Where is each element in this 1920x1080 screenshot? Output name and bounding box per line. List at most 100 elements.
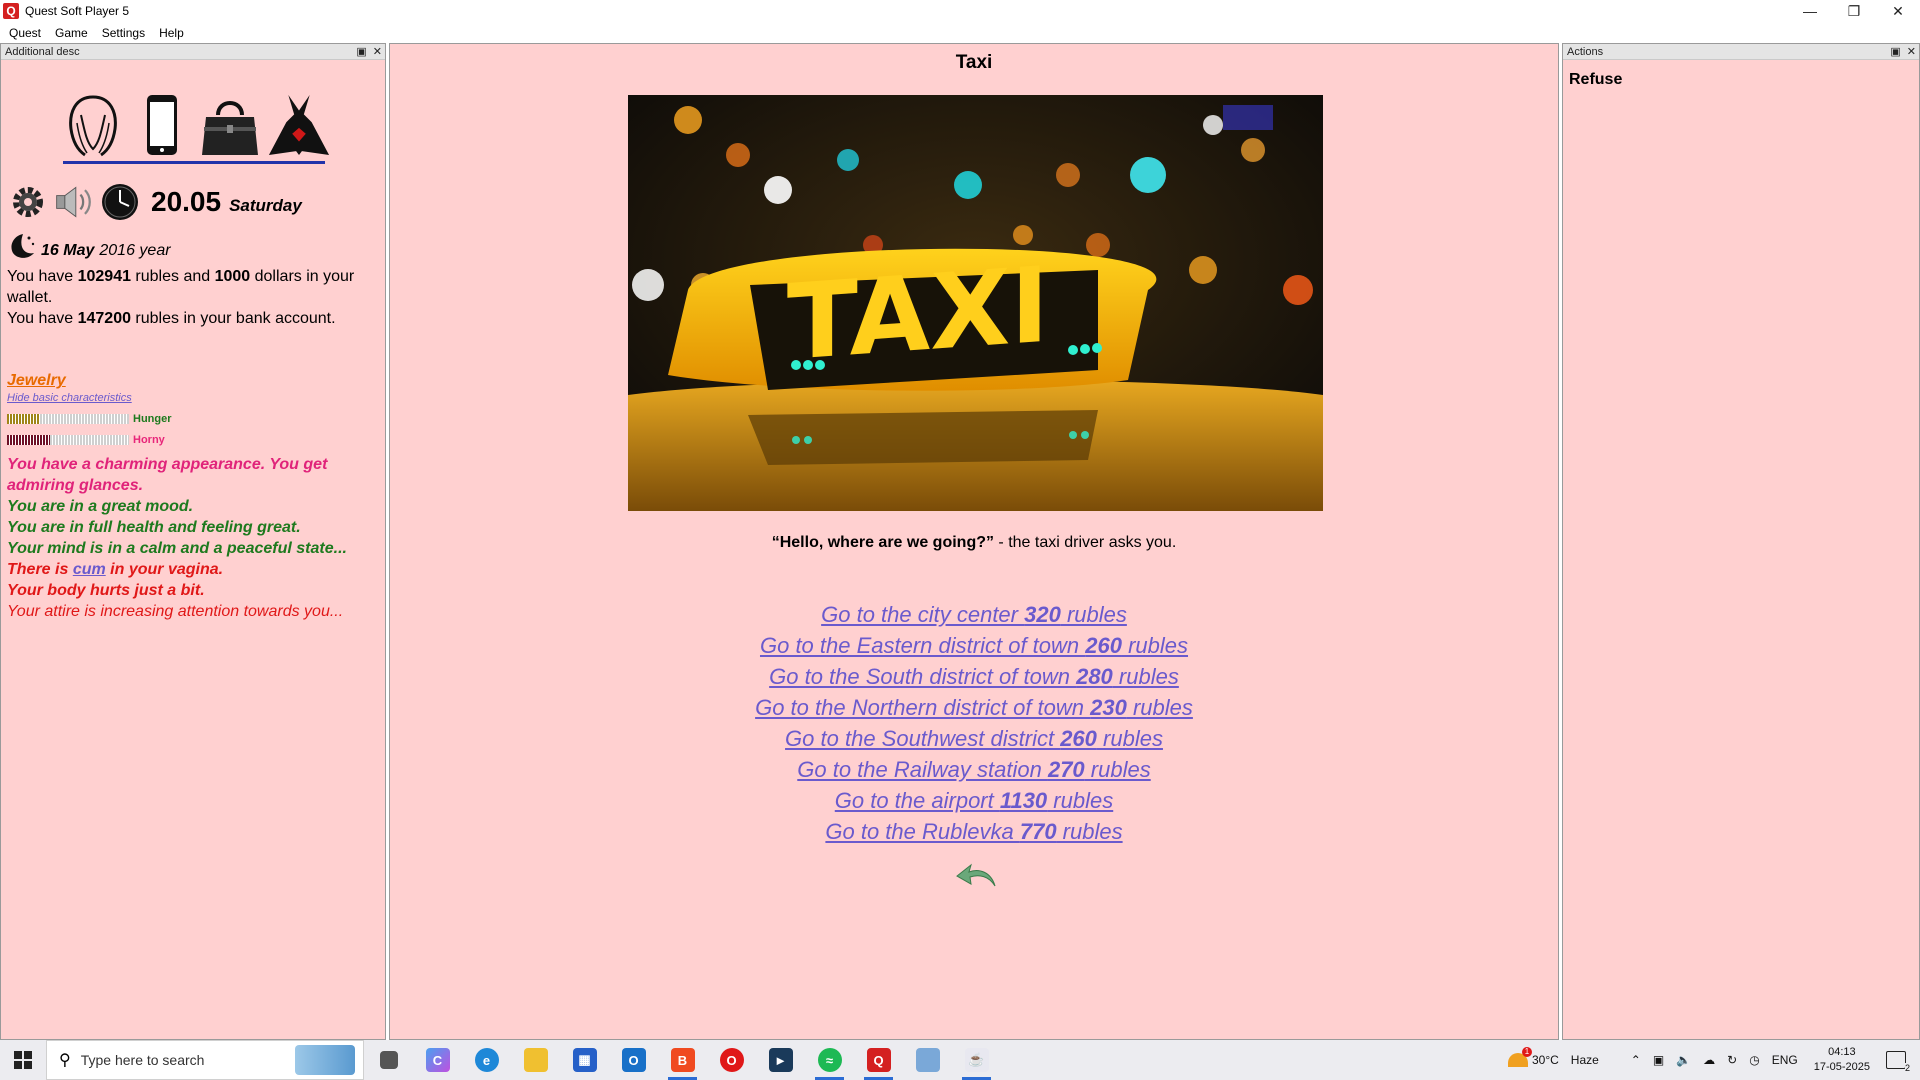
weather-widget[interactable]: 1 30°C Haze [1507, 1047, 1599, 1067]
store-icon[interactable]: ▦ [560, 1040, 609, 1080]
notification-icon[interactable]: 2 [1886, 1051, 1910, 1073]
option-south-district[interactable]: Go to the South district of town 280 rub… [390, 661, 1558, 692]
task-view-icon[interactable] [364, 1040, 413, 1080]
game-time: 20.05 [151, 186, 222, 217]
search-icon: ⚲ [59, 1052, 71, 1069]
main-description-panel: Taxi TAXI “Hello, where are we going?” -… [389, 43, 1559, 1040]
outlook-icon[interactable]: O [609, 1040, 658, 1080]
cum-link[interactable]: cum [73, 561, 106, 578]
option-city-center[interactable]: Go to the city center 320 rubles [390, 599, 1558, 630]
driver-speech: “Hello, where are we going?” [771, 534, 994, 551]
weather-badge: 1 [1521, 1047, 1532, 1057]
jewelry-link[interactable]: Jewelry [7, 372, 66, 390]
hunger-bar-fill [7, 414, 40, 424]
option-eastern-district[interactable]: Go to the Eastern district of town 260 r… [390, 630, 1558, 661]
destination-options: Go to the city center 320 rubles Go to t… [390, 599, 1558, 847]
update-icon[interactable]: ↻ [1727, 1053, 1737, 1067]
restore-button[interactable]: ❐ [1832, 0, 1876, 22]
gear-icon[interactable] [7, 181, 49, 223]
volume-icon[interactable]: 🔈 [1676, 1053, 1691, 1067]
close-panel-icon[interactable]: ✕ [1907, 44, 1916, 60]
menu-quest[interactable]: Quest [2, 26, 48, 40]
weather-desc: Haze [1570, 1053, 1599, 1067]
speaker-icon[interactable] [53, 181, 95, 223]
option-airport[interactable]: Go to the airport 1130 rubles [390, 785, 1558, 816]
language-indicator[interactable]: ENG [1772, 1053, 1798, 1067]
close-panel-icon[interactable]: ✕ [373, 44, 382, 60]
wallet-dollars: 1000 [214, 268, 251, 285]
menu-help[interactable]: Help [152, 26, 191, 40]
game-date: 16 May [41, 242, 95, 259]
wallet-info: You have 102941 rubles and 1000 dollars … [7, 268, 355, 306]
copilot-icon[interactable]: C [413, 1040, 462, 1080]
weather-temp: 30°C [1531, 1053, 1559, 1067]
cloud-icon[interactable]: ☁ [1703, 1053, 1715, 1067]
status-cum: There is cum in your vagina. [7, 561, 224, 578]
title-bar: Q Quest Soft Player 5 — ❐ ✕ [0, 0, 1920, 22]
stat-horny: Horny [7, 434, 165, 446]
game-year: 2016 year [99, 242, 171, 259]
java-icon[interactable]: ☕ [952, 1040, 1001, 1080]
menu-bar: Quest Game Settings Help [0, 22, 1920, 43]
window-title: Quest Soft Player 5 [25, 4, 130, 18]
device-icon[interactable]: ▣ [1653, 1053, 1664, 1067]
clock-icon[interactable] [99, 181, 141, 223]
minimize-button[interactable]: — [1788, 0, 1832, 22]
back-arrow-icon[interactable] [955, 862, 999, 888]
stat-hunger: Hunger [7, 413, 172, 425]
status-pain: Your body hurts just a bit. [7, 582, 205, 599]
clock-date: 17-05-2025 [1813, 1061, 1870, 1073]
panel-title: Actions [1567, 46, 1604, 58]
additional-desc-panel: Additional desc ▣ ✕ 20.05 Saturday 16 Ma… [0, 43, 386, 1040]
menu-game[interactable]: Game [48, 26, 95, 40]
dress-icon[interactable] [267, 89, 331, 161]
option-railway-station[interactable]: Go to the Railway station 270 rubles [390, 754, 1558, 785]
option-southwest-district[interactable]: Go to the Southwest district 260 rubles [390, 723, 1558, 754]
opera-icon[interactable]: O [707, 1040, 756, 1080]
chevron-up-icon[interactable]: ⌃ [1631, 1053, 1641, 1067]
close-button[interactable]: ✕ [1876, 0, 1920, 22]
edge-icon[interactable]: e [462, 1040, 511, 1080]
hunger-bar [7, 414, 129, 424]
status-mood: You are in a great mood. [7, 498, 194, 515]
bank-rubles: 147200 [77, 310, 131, 327]
system-clock[interactable]: 04:13 17-05-2025 [1814, 1045, 1870, 1075]
wallet-rubles: 102941 [77, 268, 131, 285]
option-northern-district[interactable]: Go to the Northern district of town 230 … [390, 692, 1558, 723]
horny-bar [7, 435, 129, 445]
status-mind: Your mind is in a calm and a peaceful st… [7, 540, 347, 557]
action-refuse[interactable]: Refuse [1569, 71, 1622, 89]
icon-row-divider [63, 161, 325, 164]
horny-bar-fill [7, 435, 50, 445]
float-panel-icon[interactable]: ▣ [1890, 44, 1900, 60]
option-rublevka[interactable]: Go to the Rublevka 770 rubles [390, 816, 1558, 847]
status-appearance: You have a charming appearance. You get … [7, 456, 328, 494]
moon-icon [11, 234, 35, 258]
taxi-sign-text: TAXI [787, 244, 1049, 384]
status-health: You are in full health and feeling great… [7, 519, 301, 536]
status-attire: Your attire is increasing attention towa… [7, 603, 344, 620]
wifi-icon[interactable]: ◷ [1749, 1053, 1759, 1067]
system-tray: 1 30°C Haze ⌃ ▣ 🔈 ☁ ↻ ◷ ENG 04:13 17-05-… [1502, 1040, 1920, 1080]
file-explorer-icon[interactable] [511, 1040, 560, 1080]
weekday: Saturday [229, 196, 302, 215]
search-highlight-icon [295, 1045, 355, 1075]
app-logo-icon: Q [3, 3, 19, 19]
windows-start-icon[interactable] [0, 1040, 46, 1080]
taskbar-search-box[interactable]: ⚲ Type here to search [46, 1040, 364, 1080]
photos-icon[interactable] [903, 1040, 952, 1080]
panel-header: Actions ▣ ✕ [1563, 44, 1919, 60]
hunger-label: Hunger [133, 413, 172, 425]
hide-characteristics-link[interactable]: Hide basic characteristics [7, 392, 132, 404]
handbag-icon[interactable] [198, 89, 262, 161]
panel-header: Additional desc ▣ ✕ [1, 44, 385, 60]
face-icon[interactable] [61, 89, 125, 161]
vpn-icon[interactable]: ► [756, 1040, 805, 1080]
horny-label: Horny [133, 434, 165, 446]
menu-settings[interactable]: Settings [95, 26, 152, 40]
quest-player-icon[interactable]: Q [854, 1040, 903, 1080]
spotify-icon[interactable]: ≈ [805, 1040, 854, 1080]
phone-icon[interactable] [130, 89, 194, 161]
float-panel-icon[interactable]: ▣ [356, 44, 366, 60]
brave-icon[interactable]: B [658, 1040, 707, 1080]
